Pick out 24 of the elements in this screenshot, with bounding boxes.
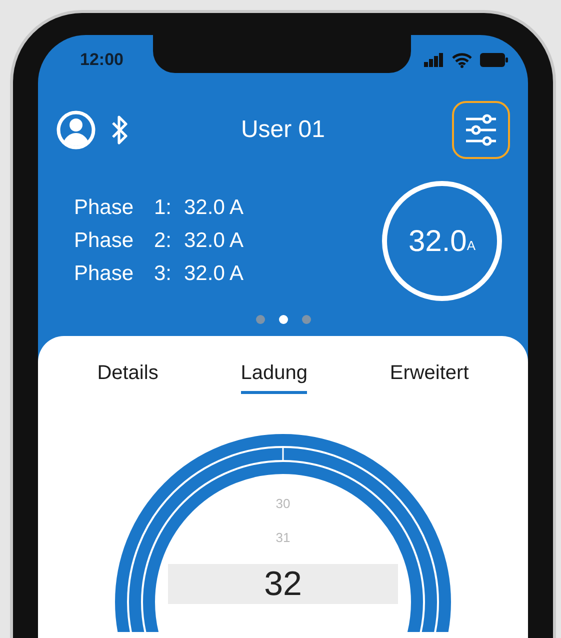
settings-button[interactable] xyxy=(452,101,510,159)
user-icon[interactable] xyxy=(56,110,96,150)
status-time: 12:00 xyxy=(80,49,124,72)
phase-current: 32.0 A xyxy=(184,195,244,221)
picker-selected-value[interactable]: 32 xyxy=(168,564,398,604)
tab[interactable]: Details xyxy=(97,358,158,394)
phase-current: 32.0 A xyxy=(184,228,244,254)
phase-number: 1: xyxy=(154,195,173,221)
tab[interactable]: Ladung xyxy=(240,358,308,394)
phase-number: 2: xyxy=(154,228,173,254)
total-current-value: 32.0 xyxy=(408,224,467,260)
bluetooth-icon[interactable] xyxy=(110,114,130,146)
phase-label: Phase xyxy=(74,261,135,287)
phase-label: Phase xyxy=(74,228,135,254)
signal-icon xyxy=(424,53,444,67)
wifi-icon xyxy=(452,52,472,68)
phase-number: 3: xyxy=(154,261,173,287)
phase-label: Phase xyxy=(74,195,135,221)
header-title: User 01 xyxy=(240,115,326,145)
phase-current: 32.0 A xyxy=(184,261,244,287)
tab[interactable]: Erweitert xyxy=(390,358,469,394)
battery-icon xyxy=(480,53,508,67)
sliders-icon xyxy=(464,114,498,146)
total-current-unit: A xyxy=(466,237,476,256)
